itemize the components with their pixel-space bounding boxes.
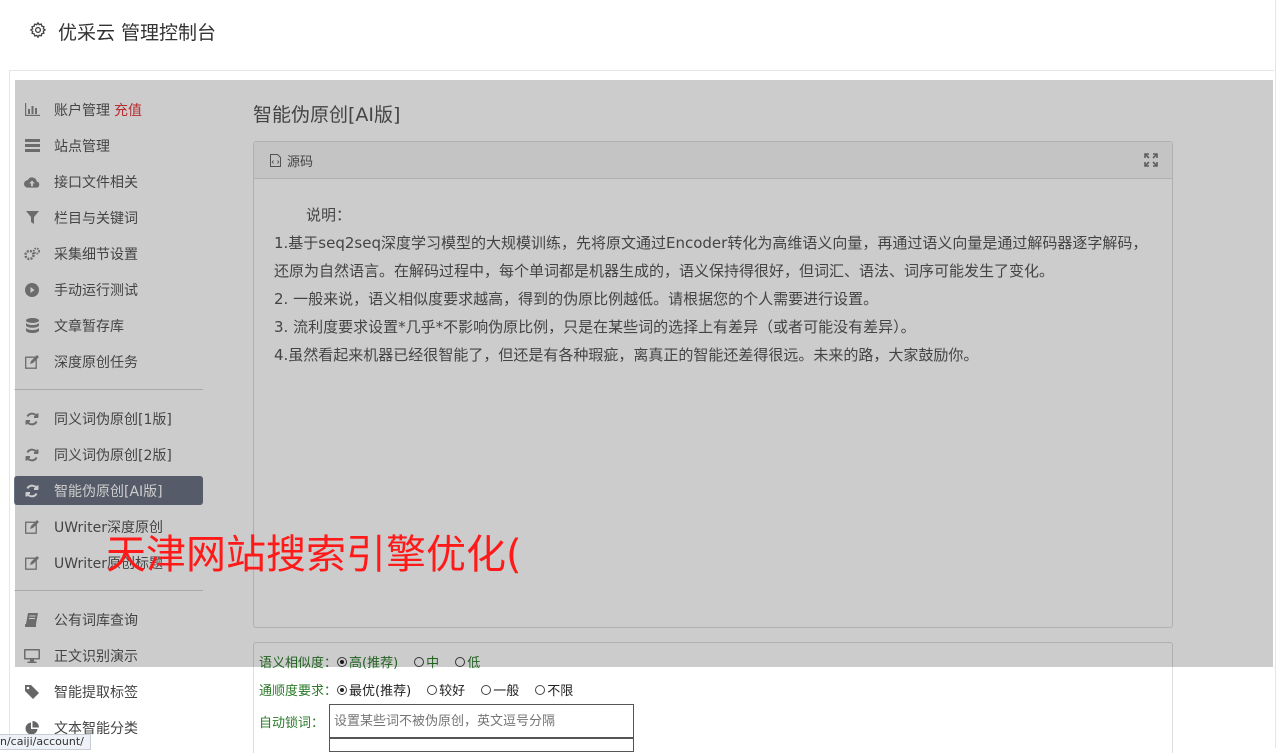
panel-header: 源码	[254, 142, 1172, 179]
lock-words-row: 自动锁词：	[259, 712, 324, 731]
lock-words-label: 自动锁词：	[259, 716, 325, 731]
similarity-label: 语义相似度：	[259, 656, 338, 671]
source-content[interactable]: 说明： 1.基于seq2seq深度学习模型的大规模训练，先将原文通过Encode…	[254, 179, 1172, 369]
sidebar-item-synonym-v1[interactable]: 同义词伪原创[1版]	[14, 404, 203, 433]
panel-header-label: 源码	[287, 154, 314, 170]
radio-button[interactable]	[427, 684, 438, 695]
server-icon	[24, 138, 40, 154]
radio-button[interactable]	[455, 656, 466, 667]
option-label: 较好	[439, 684, 466, 699]
sidebar-item-deep-original[interactable]: 深度原创任务	[14, 347, 203, 376]
book-icon	[24, 612, 40, 628]
top-header: 优采云 管理控制台	[9, 0, 1274, 71]
fluency-option-good[interactable]: 较好	[427, 680, 465, 699]
option-label: 低	[467, 656, 481, 671]
monitor-icon	[24, 648, 40, 664]
sidebar-item-label: 智能伪原创[AI版]	[54, 483, 163, 500]
tag-icon	[24, 684, 40, 700]
sidebar-item-label: 账户管理	[54, 102, 110, 119]
refresh-icon	[24, 447, 40, 463]
bar-chart-icon	[24, 102, 40, 118]
sidebar-item-label: 采集细节设置	[54, 246, 138, 263]
sidebar-item-label: 深度原创任务	[54, 354, 138, 371]
document-icon	[270, 153, 281, 167]
sidebar-item-columns[interactable]: 栏目与关键词	[14, 203, 203, 232]
sidebar-item-label: 正文识别演示	[54, 648, 138, 665]
sidebar-item-label: 同义词伪原创[1版]	[54, 411, 172, 428]
play-icon	[24, 282, 40, 298]
similarity-row: 语义相似度： 高(推荐) 中 低	[259, 652, 496, 671]
gear-icon	[29, 21, 47, 39]
fluency-row: 通顺度要求： 最优(推荐) 较好 一般 不限	[259, 680, 589, 699]
sidebar-item-label: 智能提取标签	[54, 684, 138, 701]
fluency-label: 通顺度要求：	[259, 684, 338, 699]
refresh-icon	[24, 483, 40, 499]
sidebar-item-label: 同义词伪原创[2版]	[54, 447, 172, 464]
sidebar-item-label: 站点管理	[54, 138, 110, 155]
fluency-option-normal[interactable]: 一般	[481, 680, 519, 699]
sidebar-item-label: 文章暂存库	[54, 318, 124, 335]
similarity-option-medium[interactable]: 中	[414, 652, 439, 671]
edit-icon	[24, 354, 40, 370]
sidebar-item-interface[interactable]: 接口文件相关	[14, 167, 203, 196]
radio-button[interactable]	[535, 684, 546, 695]
sidebar-item-sites[interactable]: 站点管理	[14, 131, 203, 160]
edit-icon	[24, 555, 40, 571]
database-icon	[24, 318, 40, 334]
sidebar-item-label: 手动运行测试	[54, 282, 138, 299]
notice-heading: 说明：	[306, 206, 352, 224]
sidebar-item-manual-run[interactable]: 手动运行测试	[14, 275, 203, 304]
gears-icon	[24, 246, 40, 262]
cloud-upload-icon	[24, 174, 40, 190]
notice-line-4: 4.虽然看起来机器已经很智能了，但还是有各种瑕疵，离真正的智能还差得很远。未来的…	[274, 346, 979, 364]
radio-button[interactable]	[337, 684, 348, 695]
notice-line-3: 3. 流利度要求设置*几乎*不影响伪原比例，只是在某些词的选择上有差异（或者可能…	[274, 318, 916, 336]
sidebar-item-article-store[interactable]: 文章暂存库	[14, 311, 203, 340]
sidebar-divider	[14, 590, 203, 591]
sidebar-item-synonym-v2[interactable]: 同义词伪原创[2版]	[14, 440, 203, 469]
console-title: 优采云 管理控制台	[58, 22, 217, 44]
sidebar-divider	[14, 389, 203, 390]
option-label: 不限	[547, 684, 574, 699]
sidebar-item-public-lexicon[interactable]: 公有词库查询	[14, 605, 203, 634]
radio-button[interactable]	[337, 656, 348, 667]
sidebar-item-label: 栏目与关键词	[54, 210, 138, 227]
radio-button[interactable]	[414, 656, 425, 667]
sidebar-item-extract-tags[interactable]: 智能提取标签	[14, 677, 203, 706]
notice-line-2: 2. 一般来说，语义相似度要求越高，得到的伪原比例越低。请根据您的个人需要进行设…	[274, 290, 879, 308]
similarity-option-low[interactable]: 低	[455, 652, 480, 671]
sidebar-item-collect-settings[interactable]: 采集细节设置	[14, 239, 203, 268]
sidebar-item-text-recognition[interactable]: 正文识别演示	[14, 641, 203, 670]
option-label: 一般	[493, 684, 520, 699]
lock-words-input[interactable]	[329, 704, 634, 738]
recharge-link[interactable]: 充值	[114, 100, 142, 120]
option-label: 中	[426, 656, 440, 671]
expand-icon[interactable]	[1144, 153, 1158, 167]
fluency-option-best[interactable]: 最优(推荐)	[337, 680, 411, 699]
source-textarea[interactable]	[329, 738, 634, 752]
option-label: 最优(推荐)	[349, 684, 412, 699]
filter-icon	[24, 210, 40, 226]
notice-line-1: 1.基于seq2seq深度学习模型的大规模训练，先将原文通过Encoder转化为…	[274, 234, 1148, 280]
radio-button[interactable]	[481, 684, 492, 695]
sidebar-item-label: 接口文件相关	[54, 174, 138, 191]
refresh-icon	[24, 411, 40, 427]
fluency-option-unlimited[interactable]: 不限	[535, 680, 573, 699]
page-title: 智能伪原创[AI版]	[253, 104, 401, 126]
option-label: 高(推荐)	[349, 656, 399, 671]
watermark-text: 天津网站搜索引擎优化(	[106, 532, 522, 578]
similarity-option-high[interactable]: 高(推荐)	[337, 652, 398, 671]
edit-icon	[24, 519, 40, 535]
sidebar-item-ai-rewrite[interactable]: 智能伪原创[AI版]	[14, 476, 203, 505]
sidebar-item-account[interactable]: 账户管理 充值	[14, 95, 203, 124]
sidebar-item-label: 公有词库查询	[54, 612, 138, 629]
